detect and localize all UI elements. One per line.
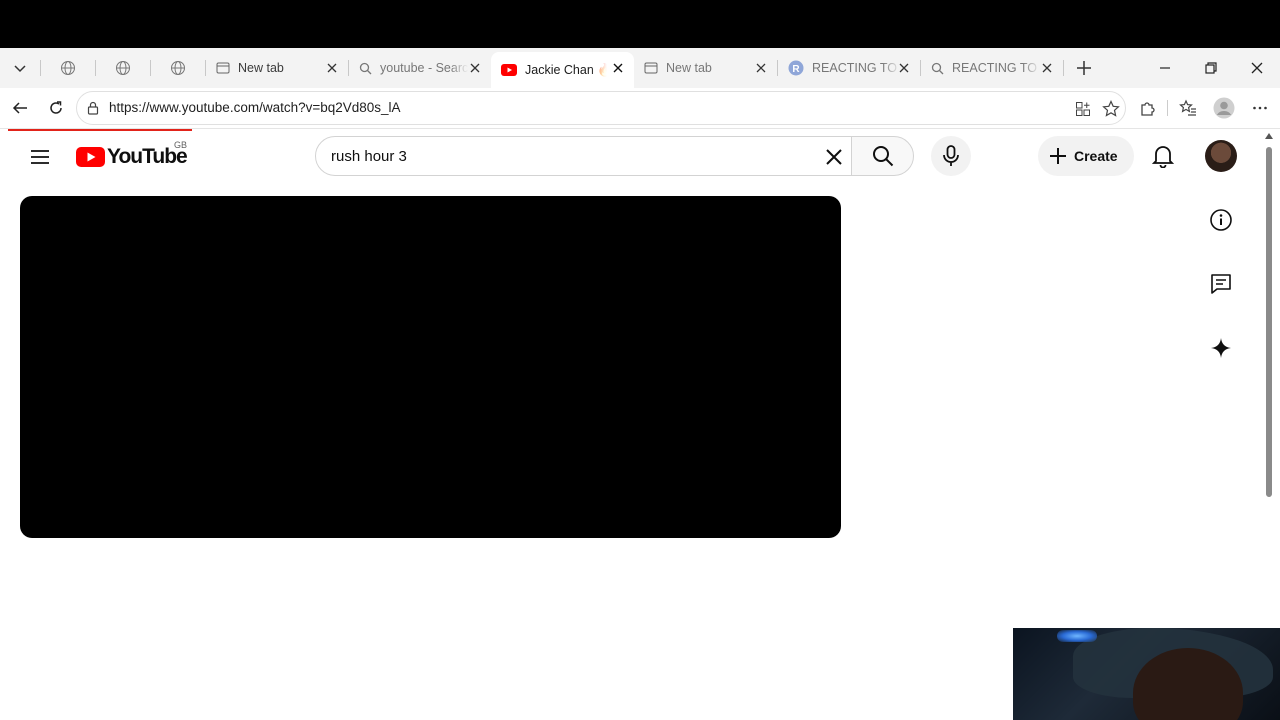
tab-jackie-chan-active[interactable]: Jackie Chan 🔥 [ bbox=[491, 52, 634, 88]
address-bar[interactable]: https://www.youtube.com/watch?v=bq2Vd80s… bbox=[76, 91, 1126, 125]
info-icon bbox=[1210, 209, 1232, 231]
svg-text:R: R bbox=[792, 64, 800, 75]
close-tab-button[interactable] bbox=[610, 60, 626, 76]
comment-icon bbox=[1211, 274, 1231, 294]
tab-new-tab-2[interactable]: New tab bbox=[634, 52, 777, 84]
close-tab-button[interactable] bbox=[467, 60, 483, 76]
search-button[interactable] bbox=[851, 136, 914, 176]
tab-youtube-search[interactable]: youtube - Search bbox=[349, 52, 491, 84]
close-icon bbox=[1042, 63, 1052, 73]
clear-search-button[interactable] bbox=[824, 147, 844, 167]
newtab-page-icon bbox=[216, 62, 230, 74]
search-input[interactable]: rush hour 3 bbox=[331, 148, 407, 165]
globe-icon bbox=[171, 61, 185, 75]
create-label: Create bbox=[1074, 148, 1118, 164]
pinned-tab-2[interactable] bbox=[113, 58, 133, 78]
restore-icon bbox=[1205, 62, 1217, 74]
reload-icon bbox=[50, 101, 62, 114]
url-text: https://www.youtube.com/watch?v=bq2Vd80s… bbox=[109, 100, 401, 115]
scrollbar-thumb[interactable] bbox=[1266, 147, 1272, 497]
tab-title: New tab bbox=[238, 61, 284, 75]
newtab-page-icon bbox=[644, 62, 658, 74]
close-icon bbox=[470, 63, 480, 73]
tab-title: REACTING TO U bbox=[812, 61, 900, 75]
close-icon bbox=[1251, 62, 1263, 74]
close-tab-button[interactable] bbox=[1039, 60, 1055, 76]
video-player[interactable] bbox=[20, 196, 841, 538]
close-tab-button[interactable] bbox=[753, 60, 769, 76]
bell-icon bbox=[1152, 146, 1174, 168]
globe-icon bbox=[116, 61, 130, 75]
search-icon bbox=[872, 146, 893, 167]
tab-title: New tab bbox=[666, 61, 712, 75]
new-tab-button[interactable] bbox=[1072, 56, 1096, 80]
chevron-down-icon bbox=[14, 65, 26, 73]
extensions-button[interactable] bbox=[1136, 96, 1160, 120]
youtube-masthead: YouTube GB rush hour 3 Create bbox=[0, 131, 1262, 181]
r-favicon: R bbox=[788, 60, 804, 76]
globe-icon bbox=[61, 61, 75, 75]
profile-avatar-icon bbox=[1213, 97, 1235, 119]
pinned-tab-3[interactable] bbox=[168, 58, 188, 78]
pinned-tab-1[interactable] bbox=[58, 58, 78, 78]
tab-title: Jackie Chan 🔥 [ bbox=[525, 62, 607, 77]
profile-button[interactable] bbox=[1212, 96, 1236, 120]
hamburger-menu-icon bbox=[31, 150, 49, 164]
plus-icon bbox=[1077, 61, 1091, 75]
microphone-icon bbox=[943, 145, 959, 166]
tab-reacting-1[interactable]: R REACTING TO U bbox=[778, 52, 920, 84]
app-available-icon[interactable] bbox=[1075, 101, 1091, 117]
favorites-button[interactable] bbox=[1176, 96, 1200, 120]
video-info-button[interactable] bbox=[1208, 207, 1234, 233]
puzzle-icon bbox=[1141, 102, 1155, 116]
guide-menu-button[interactable] bbox=[28, 145, 52, 169]
tab-title: REACTING TO U bbox=[952, 61, 1040, 75]
youtube-logo-icon bbox=[76, 147, 105, 167]
minimize-icon bbox=[1160, 67, 1170, 69]
close-tab-button[interactable] bbox=[324, 60, 340, 76]
tab-actions-menu-button[interactable] bbox=[10, 58, 30, 78]
region-code: GB bbox=[174, 140, 188, 150]
minimize-window-button[interactable] bbox=[1153, 56, 1177, 80]
account-avatar[interactable] bbox=[1205, 140, 1237, 172]
close-tab-button[interactable] bbox=[896, 60, 912, 76]
youtube-favicon bbox=[501, 64, 517, 76]
tab-new-tab-1[interactable]: New tab bbox=[206, 52, 348, 84]
scroll-up-arrow[interactable] bbox=[1265, 133, 1273, 139]
restore-window-button[interactable] bbox=[1199, 56, 1223, 80]
youtube-home-logo[interactable]: YouTube GB bbox=[76, 140, 188, 169]
tab-title: youtube - Search bbox=[380, 61, 468, 75]
more-horizontal-icon bbox=[1253, 106, 1267, 110]
close-icon bbox=[327, 63, 337, 73]
arrow-left-icon bbox=[12, 102, 27, 114]
create-button[interactable]: Create bbox=[1038, 136, 1134, 176]
lock-icon bbox=[87, 101, 99, 115]
screen-top-black-bar bbox=[0, 0, 1280, 48]
close-icon bbox=[756, 63, 766, 73]
close-window-button[interactable] bbox=[1245, 56, 1269, 80]
browser-toolbar: https://www.youtube.com/watch?v=bq2Vd80s… bbox=[0, 88, 1280, 129]
webcam-overlay bbox=[1013, 628, 1280, 720]
tab-reacting-2[interactable]: REACTING TO U bbox=[921, 52, 1063, 84]
reload-button[interactable] bbox=[44, 96, 68, 120]
plus-icon bbox=[1050, 148, 1066, 164]
search-box[interactable]: rush hour 3 bbox=[315, 136, 852, 176]
comments-button[interactable] bbox=[1208, 271, 1234, 297]
close-icon bbox=[613, 63, 623, 73]
ask-ai-button[interactable] bbox=[1208, 335, 1234, 361]
favorites-list-icon bbox=[1179, 99, 1196, 116]
favorite-star-icon[interactable] bbox=[1102, 100, 1120, 118]
search-icon bbox=[359, 62, 372, 74]
voice-search-button[interactable] bbox=[931, 136, 971, 176]
toolbar-divider bbox=[1167, 100, 1168, 116]
settings-more-button[interactable] bbox=[1248, 96, 1272, 120]
search-icon bbox=[931, 62, 944, 74]
close-icon bbox=[899, 63, 909, 73]
close-icon bbox=[826, 149, 842, 165]
notifications-button[interactable] bbox=[1150, 143, 1176, 169]
sparkle-icon bbox=[1211, 338, 1231, 358]
back-button[interactable] bbox=[8, 96, 32, 120]
